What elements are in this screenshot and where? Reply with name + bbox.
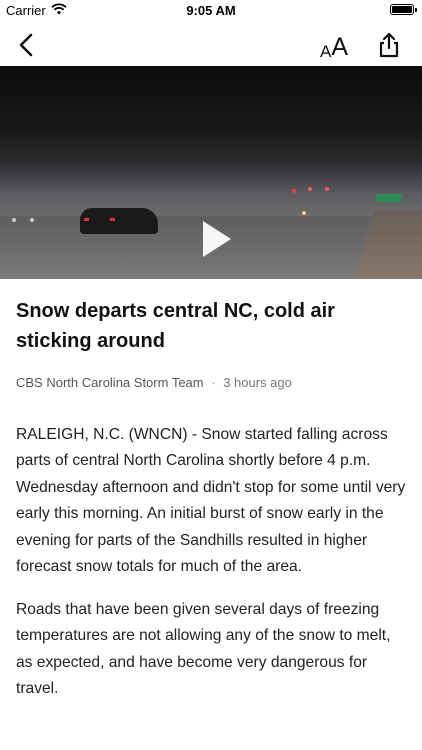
video-traffic-light [308, 187, 312, 191]
video-car [80, 208, 158, 234]
video-distant-light [12, 218, 16, 222]
status-bar: Carrier 9:05 AM [0, 0, 422, 22]
author-name[interactable]: CBS North Carolina Storm Team [16, 375, 204, 390]
back-button[interactable] [12, 30, 42, 60]
share-icon [379, 32, 399, 58]
video-player[interactable] [0, 66, 422, 279]
byline: CBS North Carolina Storm Team · 3 hours … [16, 375, 292, 390]
video-taillight-right [110, 218, 115, 221]
battery-icon [390, 4, 417, 15]
font-size-small-glyph: A [319, 42, 332, 61]
share-button[interactable] [374, 30, 404, 60]
status-time: 9:05 AM [186, 3, 236, 18]
video-distant-light [302, 211, 306, 215]
article-title: Snow departs central NC, cold air sticki… [16, 300, 335, 352]
video-traffic-light [325, 187, 329, 191]
published-time: 3 hours ago [223, 375, 292, 390]
article-paragraph: RALEIGH, N.C. (WNCN) - Snow started fall… [16, 426, 406, 576]
article-paragraph: Roads that have been given several days … [16, 601, 391, 698]
chevron-left-icon [19, 33, 33, 57]
byline-separator: · [211, 375, 216, 390]
video-taillight-left [84, 218, 89, 221]
play-icon[interactable] [203, 221, 231, 257]
video-distant-light [30, 218, 34, 222]
font-size-button[interactable]: A A [316, 28, 352, 61]
nav-bar: A A [0, 22, 422, 66]
video-traffic-light [292, 189, 296, 193]
font-size-big-glyph: A [331, 33, 349, 61]
video-road-sign [376, 194, 402, 202]
